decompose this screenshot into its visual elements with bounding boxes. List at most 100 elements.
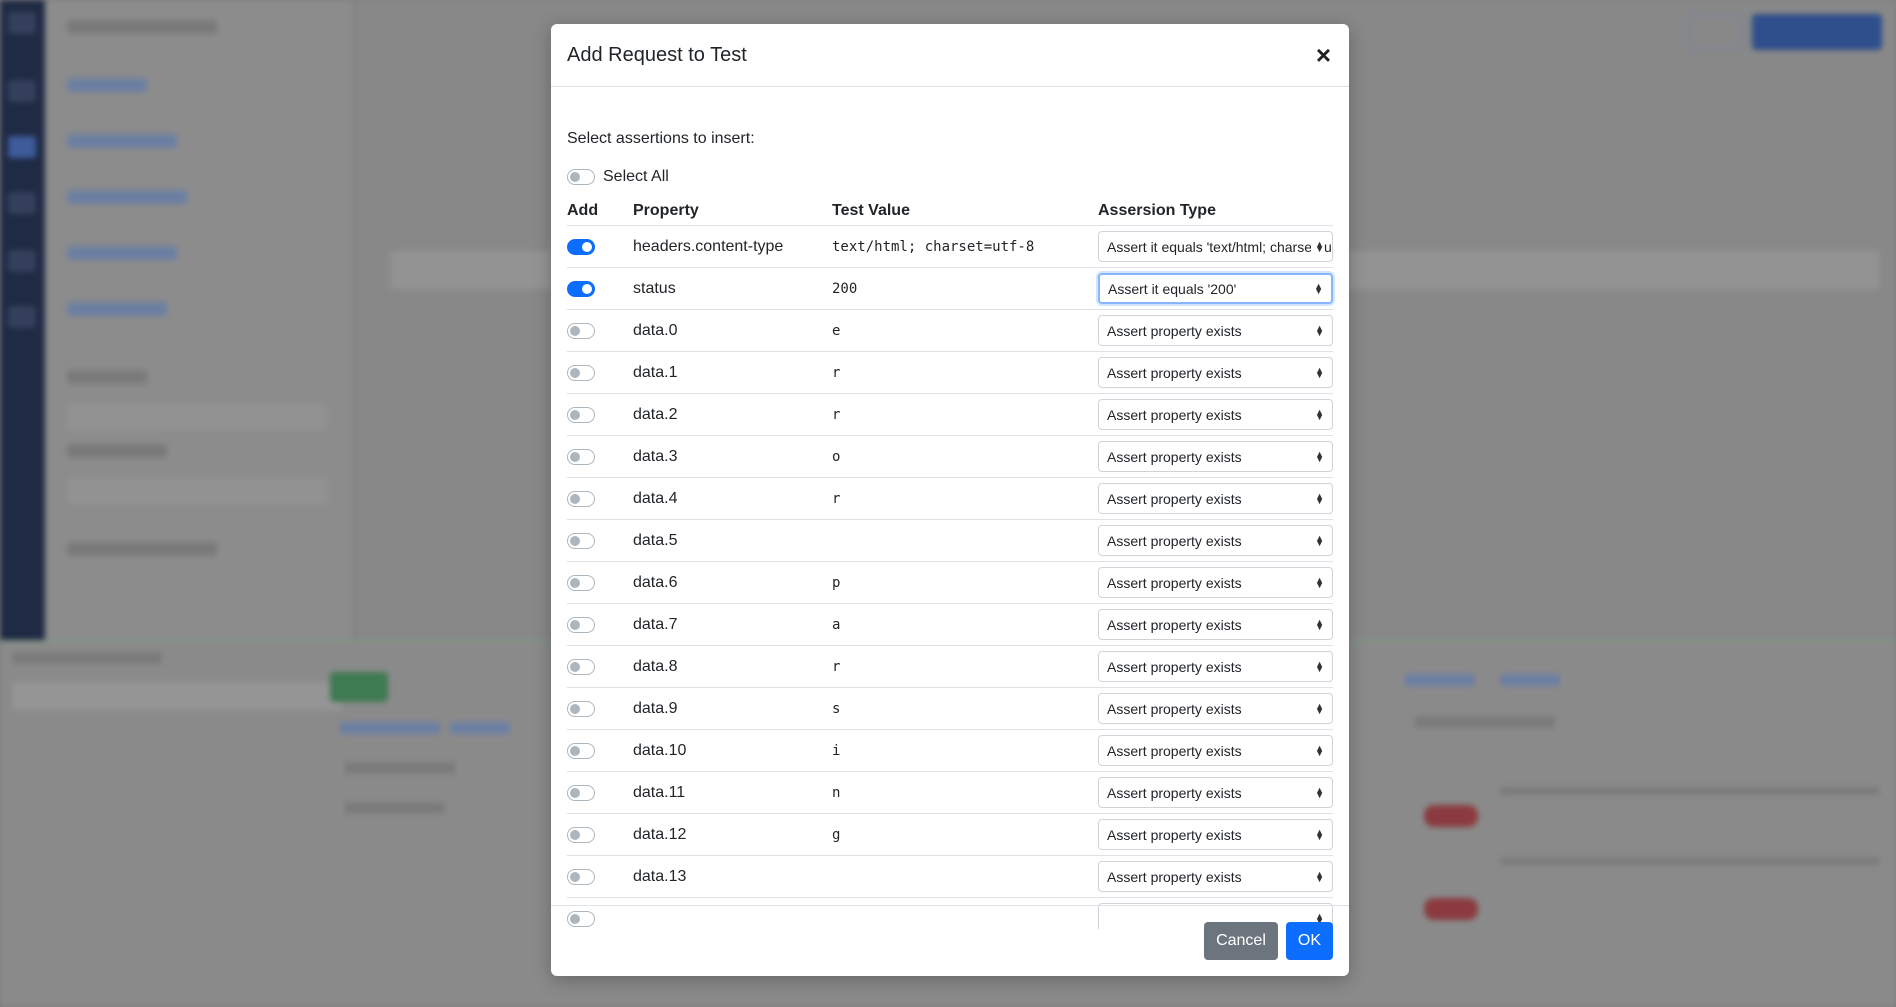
select-all-toggle[interactable] xyxy=(567,169,595,185)
property-cell: data.5 xyxy=(633,531,678,549)
modal-footer: Cancel OK xyxy=(551,905,1349,976)
ok-button[interactable]: OK xyxy=(1285,922,1333,960)
add-cell xyxy=(567,532,633,549)
intro-text: Select assertions to insert: xyxy=(567,130,755,147)
assertion-type-select[interactable]: Assert it equals '200' ▲ ▼ xyxy=(1098,273,1333,304)
assertion-type-select[interactable]: Assert property exists ▲ ▼ xyxy=(1098,819,1333,850)
add-cell xyxy=(567,238,633,255)
select-arrows-icon: ▲ ▼ xyxy=(1311,449,1324,463)
assertion-type-select[interactable]: Assert property exists ▲ ▼ xyxy=(1098,651,1333,682)
assertion-type-select[interactable]: Assert property exists ▲ ▼ xyxy=(1098,609,1333,640)
add-cell xyxy=(567,322,633,339)
add-toggle[interactable] xyxy=(567,448,595,465)
add-toggle[interactable] xyxy=(567,364,595,381)
modal-header: Add Request to Test × xyxy=(551,24,1349,87)
add-toggle[interactable] xyxy=(567,322,595,339)
add-toggle[interactable] xyxy=(567,658,595,675)
assertion-type-select[interactable]: Assert property exists ▲ ▼ xyxy=(1098,525,1333,556)
table-row: data.4 r Assert property exists ▲ ▼ xyxy=(567,478,1333,520)
assertion-type-select[interactable]: Assert property exists ▲ ▼ xyxy=(1098,861,1333,892)
assertion-type-select[interactable]: Assert property exists ▲ ▼ xyxy=(1098,735,1333,766)
add-cell xyxy=(567,784,633,801)
close-icon[interactable]: × xyxy=(1316,42,1331,68)
assertion-type-value: Assert property exists xyxy=(1107,574,1242,591)
assertion-type-select[interactable]: Assert property exists ▲ ▼ xyxy=(1098,777,1333,808)
add-cell xyxy=(567,574,633,591)
add-cell xyxy=(567,826,633,843)
assertion-type-cell: Assert property exists ▲ ▼ xyxy=(1098,525,1333,556)
select-arrows-icon: ▲ ▼ xyxy=(1311,617,1324,631)
assertion-type-cell: Assert property exists ▲ ▼ xyxy=(1098,441,1333,472)
test-value-cell: r xyxy=(832,658,841,675)
test-value-cell: o xyxy=(832,448,841,465)
assertion-type-select[interactable]: Assert property exists ▲ ▼ xyxy=(1098,399,1333,430)
modal-body: Select assertions to insert: Select All … xyxy=(551,88,1349,929)
property-cell: data.12 xyxy=(633,825,687,843)
cancel-button[interactable]: Cancel xyxy=(1204,922,1278,960)
property-cell: data.2 xyxy=(633,405,678,423)
column-header-property: Property xyxy=(633,201,699,219)
assertion-type-select[interactable]: Assert property exists ▲ ▼ xyxy=(1098,357,1333,388)
table-row: data.7 a Assert property exists ▲ ▼ xyxy=(567,604,1333,646)
property-cell: headers.content-type xyxy=(633,237,784,255)
select-arrows-icon: ▲ ▼ xyxy=(1311,743,1324,757)
table-row: data.10 i Assert property exists ▲ ▼ xyxy=(567,730,1333,772)
assertion-type-value: Assert property exists xyxy=(1107,868,1242,885)
select-arrows-icon: ▲ ▼ xyxy=(1311,701,1324,715)
table-row: data.8 r Assert property exists ▲ ▼ xyxy=(567,646,1333,688)
select-arrows-icon: ▲ ▼ xyxy=(1311,575,1324,589)
add-cell xyxy=(567,658,633,675)
add-toggle[interactable] xyxy=(567,280,595,297)
add-toggle[interactable] xyxy=(567,238,595,255)
add-toggle[interactable] xyxy=(567,532,595,549)
add-toggle[interactable] xyxy=(567,574,595,591)
test-value-cell: i xyxy=(832,742,841,759)
assertion-type-value: Assert property exists xyxy=(1107,406,1242,423)
property-cell: data.10 xyxy=(633,741,687,759)
property-cell: data.4 xyxy=(633,489,678,507)
assertion-type-value: Assert property exists xyxy=(1107,826,1242,843)
table-row: data.11 n Assert property exists ▲ ▼ xyxy=(567,772,1333,814)
table-body: headers.content-type text/html; charset=u… xyxy=(567,226,1333,929)
assertion-type-cell: Assert property exists ▲ ▼ xyxy=(1098,315,1333,346)
add-toggle[interactable] xyxy=(567,784,595,801)
add-toggle[interactable] xyxy=(567,616,595,633)
add-cell xyxy=(567,448,633,465)
property-cell: data.13 xyxy=(633,867,687,885)
assertion-type-select[interactable]: Assert property exists ▲ ▼ xyxy=(1098,567,1333,598)
assertion-type-value: Assert it equals '200' xyxy=(1108,280,1237,297)
add-cell xyxy=(567,280,633,297)
table-row: data.13 Assert property exists ▲ ▼ xyxy=(567,856,1333,898)
table-row: data.9 s Assert property exists ▲ ▼ xyxy=(567,688,1333,730)
add-toggle[interactable] xyxy=(567,742,595,759)
background-sidebar xyxy=(45,0,355,640)
add-cell xyxy=(567,616,633,633)
add-toggle[interactable] xyxy=(567,490,595,507)
assertion-type-cell: Assert property exists ▲ ▼ xyxy=(1098,567,1333,598)
add-toggle[interactable] xyxy=(567,868,595,885)
assertion-type-select[interactable]: Assert property exists ▲ ▼ xyxy=(1098,693,1333,724)
assertion-type-select[interactable]: Assert it equals 'text/html; charset=utf… xyxy=(1098,231,1333,262)
assertion-type-select[interactable]: Assert property exists ▲ ▼ xyxy=(1098,315,1333,346)
test-value-cell: 200 xyxy=(832,280,858,297)
add-toggle[interactable] xyxy=(567,700,595,717)
assertion-type-cell: Assert property exists ▲ ▼ xyxy=(1098,651,1333,682)
table-row: data.1 r Assert property exists ▲ ▼ xyxy=(567,352,1333,394)
assertions-table: Add Property Test Value Assersion Type h… xyxy=(567,196,1333,929)
select-all-control[interactable]: Select All xyxy=(567,168,669,186)
assertion-type-cell: Assert property exists ▲ ▼ xyxy=(1098,819,1333,850)
assertion-type-value: Assert it equals 'text/html; charset=utf… xyxy=(1107,238,1333,255)
add-cell xyxy=(567,364,633,381)
add-cell xyxy=(567,406,633,423)
add-toggle[interactable] xyxy=(567,406,595,423)
select-arrows-icon: ▲ ▼ xyxy=(1311,491,1324,505)
assertion-type-select[interactable]: Assert property exists ▲ ▼ xyxy=(1098,483,1333,514)
table-row: data.0 e Assert property exists ▲ ▼ xyxy=(567,310,1333,352)
table-header: Add Property Test Value Assersion Type xyxy=(567,196,1333,226)
assertion-type-select[interactable]: Assert property exists ▲ ▼ xyxy=(1098,441,1333,472)
background-green-button xyxy=(330,672,388,702)
assertion-type-value: Assert property exists xyxy=(1107,658,1242,675)
test-value-cell: g xyxy=(832,826,841,843)
add-toggle[interactable] xyxy=(567,826,595,843)
test-value-cell: r xyxy=(832,364,841,381)
